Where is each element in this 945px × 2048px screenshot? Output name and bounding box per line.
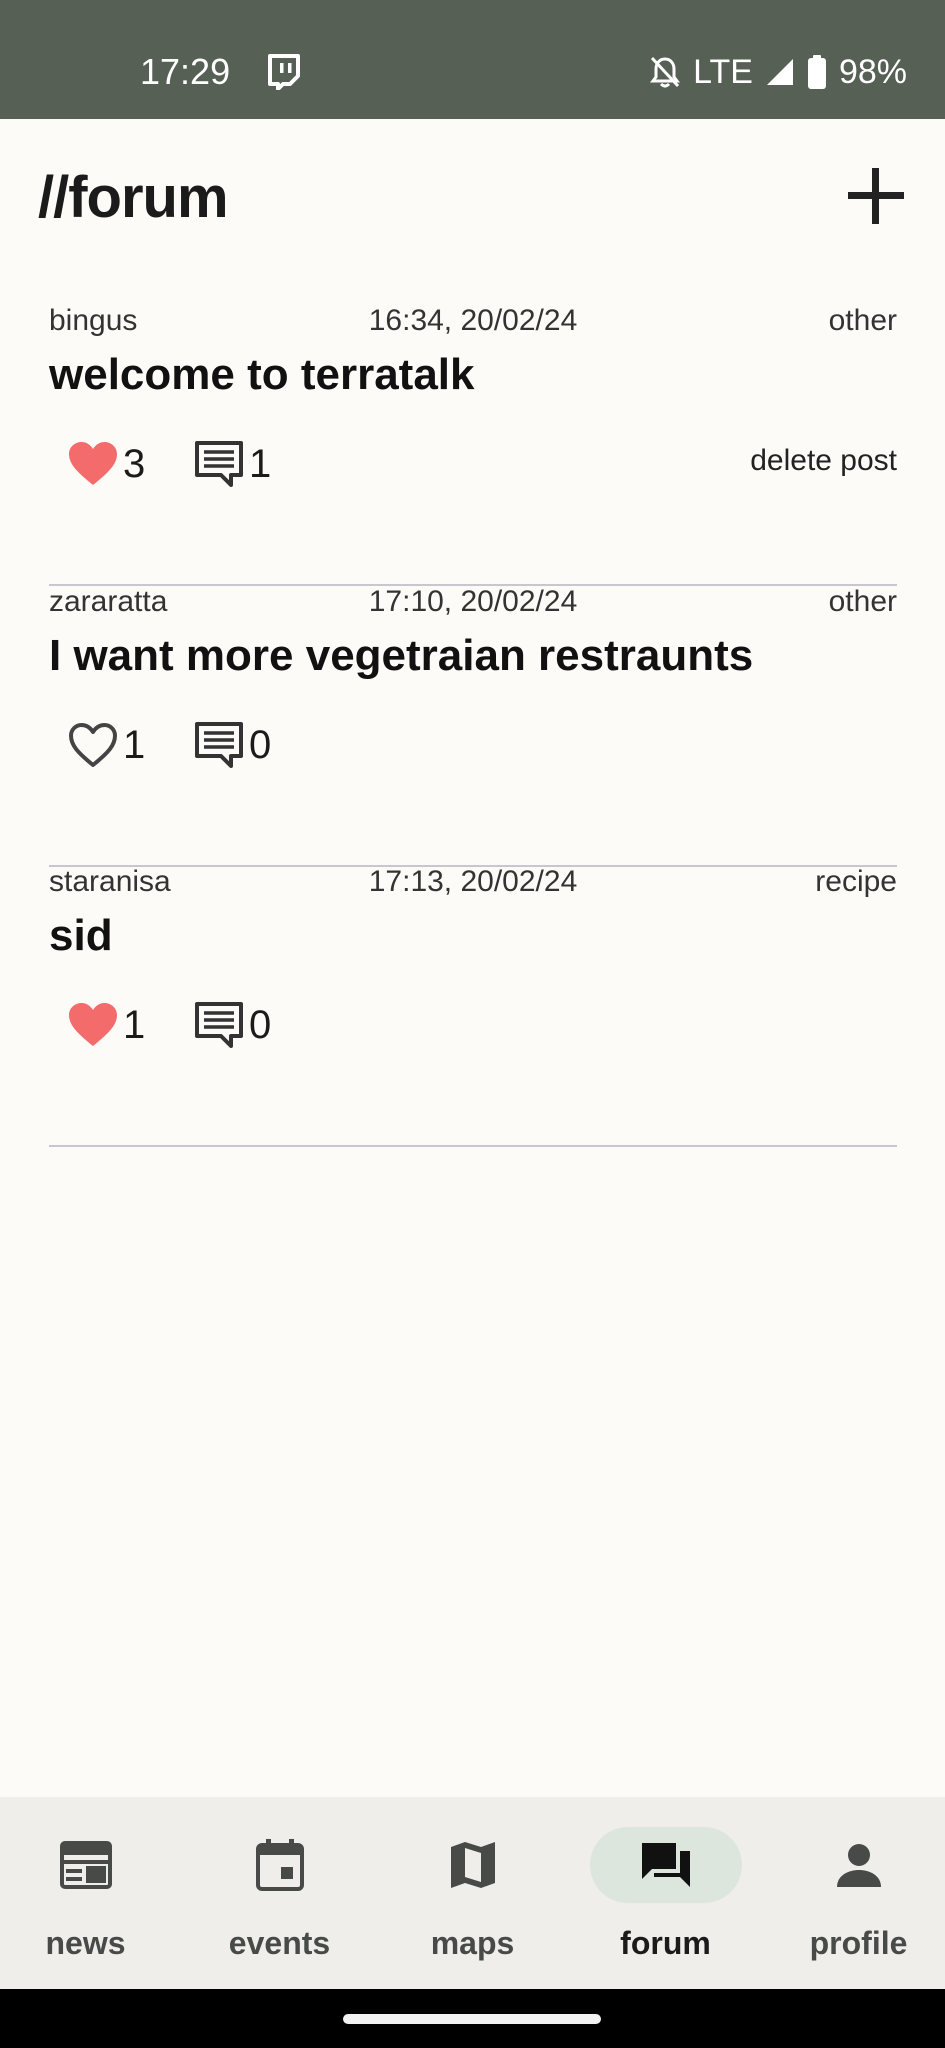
post-category: other [828, 304, 897, 337]
map-icon [450, 1842, 495, 1888]
post-actions: 1 0 [49, 995, 897, 1055]
nav-label: profile [809, 1925, 908, 1961]
like-button[interactable]: 3 [67, 434, 145, 494]
heart-filled-icon [69, 442, 117, 485]
add-post-button[interactable] [840, 160, 912, 232]
post-card[interactable]: staranisa 17:13, 20/02/24 recipe sid 1 0 [49, 865, 897, 1147]
post-actions: 1 0 [49, 715, 897, 775]
nav-label: maps [430, 1925, 515, 1961]
post-title[interactable]: I want more vegetraian restraunts [49, 627, 753, 685]
post-card[interactable]: bingus 16:34, 20/02/24 other welcome to … [49, 304, 897, 586]
post-title[interactable]: welcome to terratalk [49, 346, 475, 404]
person-icon [836, 1844, 881, 1887]
status-bar: 17:29 LTE 98% [0, 0, 945, 119]
post-card[interactable]: zararatta 17:10, 20/02/24 other I want m… [49, 585, 897, 867]
post-category: recipe [815, 865, 897, 898]
bottom-navigation: news events maps forum profile [0, 1797, 945, 1989]
nav-item-forum[interactable]: forum [571, 1797, 760, 1989]
comment-icon [195, 722, 243, 768]
plus-icon [848, 168, 904, 224]
home-gesture-handle[interactable] [343, 2014, 601, 2024]
post-meta: bingus 16:34, 20/02/24 other [49, 304, 897, 344]
newspaper-icon [59, 1841, 112, 1889]
comment-count: 0 [249, 1003, 272, 1047]
nav-label: events [228, 1925, 331, 1961]
system-nav-bar [0, 1989, 945, 2048]
network-label: LTE [693, 52, 753, 91]
page-title: //forum [38, 165, 229, 230]
post-timestamp: 16:34, 20/02/24 [368, 304, 578, 337]
post-title[interactable]: sid [49, 907, 113, 965]
post-category: other [828, 585, 897, 618]
like-count: 3 [123, 442, 146, 486]
delete-post-button[interactable]: delete post [750, 444, 897, 478]
comment-count: 0 [249, 723, 272, 767]
nav-item-events[interactable]: events [185, 1797, 374, 1989]
post-meta: zararatta 17:10, 20/02/24 other [49, 585, 897, 625]
like-button[interactable]: 1 [67, 995, 145, 1055]
status-time: 17:29 [140, 51, 231, 92]
like-count: 1 [123, 723, 146, 767]
bell-off-icon [649, 55, 681, 89]
nav-item-maps[interactable]: maps [378, 1797, 567, 1989]
like-count: 1 [123, 1003, 146, 1047]
battery-level: 98% [838, 52, 907, 91]
comment-count: 1 [249, 442, 272, 486]
calendar-icon [255, 1839, 304, 1891]
comments-button[interactable]: 0 [193, 995, 271, 1055]
nav-label: news [45, 1925, 126, 1961]
post-timestamp: 17:13, 20/02/24 [368, 865, 578, 898]
heart-filled-icon [69, 1003, 117, 1046]
nav-item-news[interactable]: news [0, 1797, 180, 1989]
like-button[interactable]: 1 [67, 715, 145, 775]
post-actions: 3 1 delete post [49, 434, 897, 494]
signal-icon [765, 57, 795, 87]
post-timestamp: 17:10, 20/02/24 [368, 585, 578, 618]
comments-button[interactable]: 0 [193, 715, 271, 775]
comment-icon [195, 1002, 243, 1048]
nav-label: forum [620, 1925, 711, 1961]
comment-icon [195, 441, 243, 487]
forum-icon [641, 1843, 690, 1887]
status-right: LTE 98% [649, 50, 907, 94]
twitch-icon [266, 54, 300, 91]
post-meta: staranisa 17:13, 20/02/24 recipe [49, 865, 897, 905]
battery-icon [807, 55, 827, 89]
nav-item-profile[interactable]: profile [764, 1797, 945, 1989]
comments-button[interactable]: 1 [193, 434, 271, 494]
heart-outline-icon [69, 723, 117, 767]
